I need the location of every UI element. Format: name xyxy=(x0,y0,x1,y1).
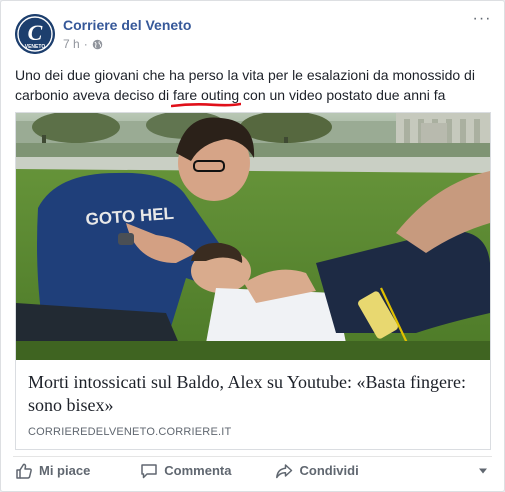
post-options-icon[interactable]: ··· xyxy=(472,11,492,32)
link-domain: CORRIEREDELVENETO.CORRIERE.IT xyxy=(28,426,232,438)
share-label: Condividi xyxy=(299,463,359,478)
post-time[interactable]: 7 h xyxy=(63,37,80,51)
speech-bubble-icon xyxy=(141,463,158,478)
corriere-logo-icon: C VENETO xyxy=(15,14,55,54)
comment-label: Commenta xyxy=(164,463,232,478)
post-header: C VENETO Corriere del Veneto 7 h · ··· xyxy=(15,11,494,58)
page-avatar[interactable]: C VENETO xyxy=(15,14,55,54)
post-card: C VENETO Corriere del Veneto 7 h · ··· U… xyxy=(0,0,505,492)
link-preview[interactable]: GOTO HEL Morti intossicati sul Baldo, Al… xyxy=(15,112,491,450)
comment-button[interactable]: Commenta xyxy=(140,457,231,485)
like-label: Mi piace xyxy=(39,463,91,478)
action-bar: Mi piace Commenta Condividi xyxy=(13,456,492,484)
page-name-link[interactable]: Corriere del Veneto xyxy=(63,17,191,33)
red-underline-mark xyxy=(171,102,242,108)
caret-down-icon[interactable] xyxy=(478,467,488,475)
thumbs-up-icon xyxy=(16,463,32,479)
link-title[interactable]: Morti intossicati sul Baldo, Alex su You… xyxy=(28,371,468,417)
post-text-after: con un video postato due anni fa xyxy=(239,87,446,103)
share-button[interactable]: Condividi xyxy=(275,457,359,485)
highlighted-phrase: fare outing xyxy=(171,87,242,108)
globe-icon xyxy=(92,39,102,49)
highlighted-text: fare outing xyxy=(173,87,240,103)
meta-separator: · xyxy=(83,37,88,51)
link-preview-image[interactable]: GOTO HEL xyxy=(16,113,490,360)
photo-two-men-on-grass-icon: GOTO HEL xyxy=(16,113,490,360)
post-message: Uno dei due giovani che ha perso la vita… xyxy=(15,65,495,108)
post-meta: 7 h · xyxy=(63,37,103,51)
share-arrow-icon xyxy=(276,463,293,478)
like-button[interactable]: Mi piace xyxy=(15,457,90,485)
avatar-letter: C xyxy=(28,20,43,45)
avatar-caption: VENETO xyxy=(25,44,46,50)
